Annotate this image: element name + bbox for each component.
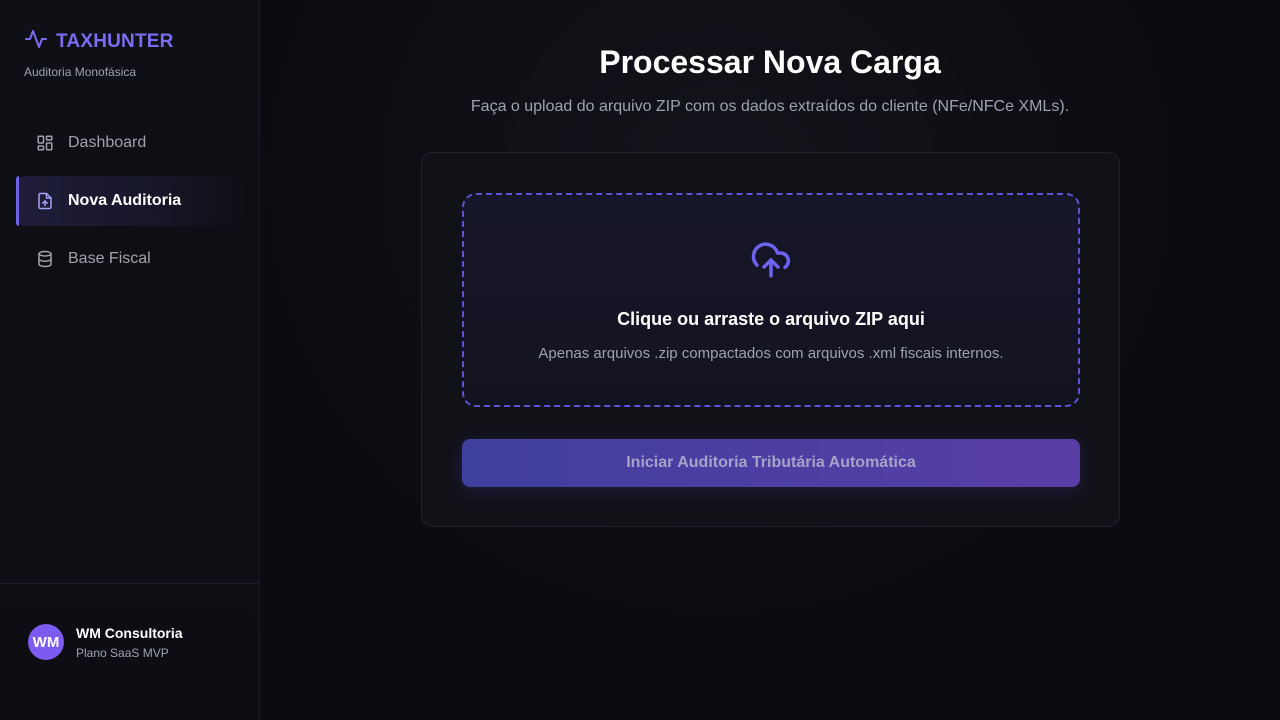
sidebar-item-base-fiscal[interactable]: Base Fiscal [16, 234, 244, 284]
main-content: Processar Nova Carga Faça o upload do ar… [260, 0, 1280, 720]
sidebar: TAXHUNTER Auditoria Monofásica Dashboard [0, 0, 260, 720]
sidebar-item-nova-auditoria[interactable]: Nova Auditoria [16, 176, 244, 226]
sidebar-item-label: Dashboard [68, 134, 147, 151]
layout-dashboard-icon [36, 134, 54, 152]
sidebar-item-label: Nova Auditoria [68, 192, 182, 209]
app-root: TAXHUNTER Auditoria Monofásica Dashboard [0, 0, 1280, 720]
user-name: WM Consultoria [76, 624, 183, 641]
brand-subtitle: Auditoria Monofásica [24, 65, 137, 79]
sidebar-item-label: Base Fiscal [68, 250, 151, 267]
page-subtitle: Faça o upload do arquivo ZIP com os dado… [470, 98, 1070, 115]
sidebar-footer: WM WM Consultoria Plano SaaS MVP [0, 583, 259, 720]
database-icon [36, 250, 54, 268]
cloud-upload-icon [748, 239, 794, 286]
brand-name: TAXHUNTER [56, 30, 174, 52]
activity-icon [24, 27, 48, 56]
sidebar-nav: Dashboard Nova Auditoria Base Fiscal [16, 118, 244, 292]
file-dropzone[interactable]: Clique ou arraste o arquivo ZIP aqui Ape… [462, 193, 1080, 407]
dropzone-title: Clique ou arraste o arquivo ZIP aqui [617, 309, 925, 329]
brand: TAXHUNTER Auditoria Monofásica [24, 27, 174, 79]
page-title: Processar Nova Carga [599, 44, 941, 80]
dropzone-hint: Apenas arquivos .zip compactados com arq… [538, 345, 1004, 362]
start-audit-button[interactable]: Iniciar Auditoria Tributária Automática [462, 439, 1080, 487]
user-profile[interactable]: WM WM Consultoria Plano SaaS MVP [28, 624, 183, 660]
sidebar-item-dashboard[interactable]: Dashboard [16, 118, 244, 168]
upload-card: Clique ou arraste o arquivo ZIP aqui Ape… [421, 152, 1120, 527]
file-upload-icon [36, 192, 54, 210]
user-plan: Plano SaaS MVP [76, 645, 169, 660]
avatar: WM [28, 624, 64, 660]
